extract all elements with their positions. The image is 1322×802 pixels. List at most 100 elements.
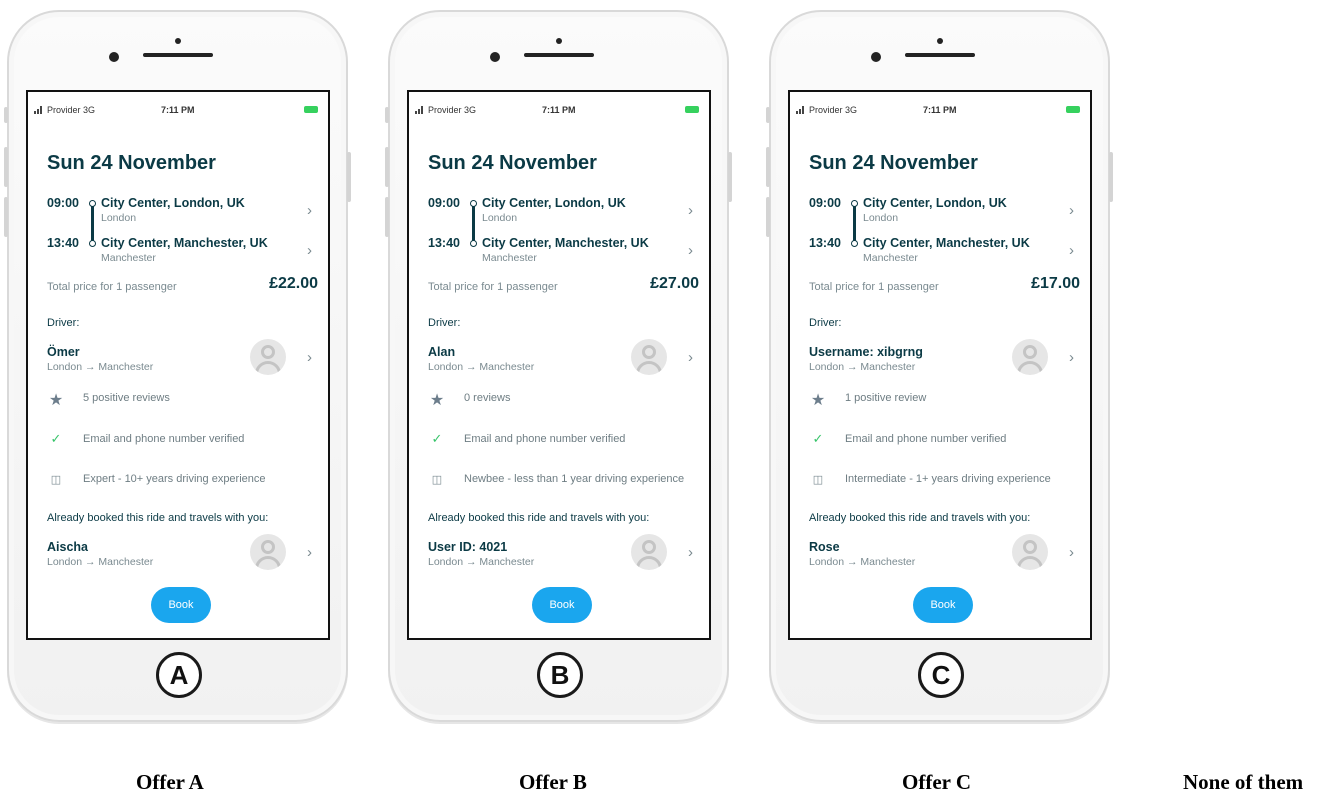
volume-down-button — [4, 197, 8, 237]
reviews-text: 5 positive reviews — [83, 392, 170, 404]
speaker-grill — [905, 53, 975, 57]
phone-offer-a: Provider 3G 7:11 PM Sun 24 November 09:0… — [4, 10, 351, 722]
chevron-right-icon: › — [1069, 349, 1074, 366]
front-camera — [490, 52, 500, 62]
departure-time: 09:00 — [428, 196, 460, 210]
sensor-dot — [937, 38, 943, 44]
driver-row[interactable]: Ömer London → Manchester › — [47, 339, 328, 385]
none-option[interactable]: None of them — [1183, 770, 1303, 795]
co-passenger-label: Already booked this ride and travels wit… — [428, 512, 650, 524]
co-passenger-row[interactable]: User ID: 4021 London → Manchester › — [428, 534, 709, 580]
signal-icon — [796, 106, 804, 114]
home-button[interactable]: A — [156, 652, 202, 698]
verified-row: ✓ Email and phone number verified — [47, 431, 328, 449]
arrival-dot-icon — [89, 240, 96, 247]
arrival-city: City Center, Manchester, UK — [863, 236, 1030, 250]
co-passenger-row[interactable]: Rose London → Manchester › — [809, 534, 1090, 580]
price-label: Total price for 1 passenger — [428, 281, 558, 293]
driver-trip: London → Manchester — [809, 361, 916, 373]
departure-subtitle: London — [101, 212, 137, 224]
departure-dot-icon — [470, 200, 477, 207]
avatar-icon — [250, 534, 286, 570]
book-button[interactable]: Book — [913, 587, 973, 623]
power-button — [347, 152, 351, 202]
price-value: £17.00 — [1031, 275, 1080, 292]
experience-row: ◫ Intermediate - 1+ years driving experi… — [809, 473, 1090, 489]
book-button[interactable]: Book — [151, 587, 211, 623]
battery-icon — [1066, 106, 1080, 113]
departure-dot-icon — [89, 200, 96, 207]
provider-label: Provider 3G — [47, 105, 96, 115]
avatar-icon — [1012, 339, 1048, 375]
offer-b-option[interactable]: Offer B — [519, 770, 587, 795]
volume-down-button — [385, 197, 389, 237]
co-passenger-name: User ID: 4021 — [428, 540, 508, 554]
co-passenger-name: Aischa — [47, 540, 88, 554]
mute-switch — [766, 107, 770, 123]
verified-text: Email and phone number verified — [845, 433, 1007, 445]
signal-icon — [34, 106, 42, 114]
battery-icon — [304, 106, 318, 113]
chevron-right-icon: › — [688, 202, 693, 219]
home-button[interactable]: C — [918, 652, 964, 698]
experience-row: ◫ Newbee - less than 1 year driving expe… — [428, 473, 709, 489]
signal-icon — [415, 106, 423, 114]
avatar-icon — [631, 339, 667, 375]
experience-row: ◫ Expert - 10+ years driving experience — [47, 473, 328, 489]
arrival-time: 13:40 — [428, 236, 460, 250]
verified-row: ✓ Email and phone number verified — [428, 431, 709, 449]
volume-up-button — [4, 147, 8, 187]
arrival-subtitle: Manchester — [863, 252, 918, 264]
driver-trip: London → Manchester — [47, 361, 154, 373]
car-icon: ◫ — [50, 474, 62, 486]
verified-text: Email and phone number verified — [464, 433, 626, 445]
departure-dot-icon — [851, 200, 858, 207]
check-icon: ✓ — [431, 431, 443, 446]
co-passenger-label: Already booked this ride and travels wit… — [47, 512, 269, 524]
experience-text: Intermediate - 1+ years driving experien… — [845, 473, 1051, 485]
speaker-grill — [143, 53, 213, 57]
experience-text: Newbee - less than 1 year driving experi… — [464, 473, 685, 485]
book-button[interactable]: Book — [532, 587, 592, 623]
driver-label: Driver: — [47, 317, 80, 329]
home-button[interactable]: B — [537, 652, 583, 698]
arrival-subtitle: Manchester — [482, 252, 537, 264]
co-passenger-trip: London → Manchester — [809, 556, 916, 568]
driver-trip: London → Manchester — [428, 361, 535, 373]
co-passenger-label: Already booked this ride and travels wit… — [809, 512, 1031, 524]
status-time: 7:11 PM — [161, 105, 195, 115]
phone-screen: Provider 3G 7:11 PM Sun 24 November 09:0… — [407, 90, 711, 640]
price-value: £27.00 — [650, 275, 699, 292]
co-passenger-trip: London → Manchester — [428, 556, 535, 568]
route-timeline — [472, 204, 475, 242]
chevron-right-icon: › — [307, 202, 312, 219]
arrival-city: City Center, Manchester, UK — [101, 236, 268, 250]
co-passenger-name: Rose — [809, 540, 840, 554]
departure-subtitle: London — [863, 212, 899, 224]
phone-screen: Provider 3G 7:11 PM Sun 24 November 09:0… — [26, 90, 330, 640]
driver-row[interactable]: Alan London → Manchester › — [428, 339, 709, 385]
power-button — [1109, 152, 1113, 202]
reviews-row: ★ 1 positive review — [809, 392, 1090, 409]
chevron-right-icon: › — [688, 349, 693, 366]
chevron-right-icon: › — [307, 242, 312, 259]
departure-city: City Center, London, UK — [482, 196, 626, 210]
departure-time: 09:00 — [47, 196, 79, 210]
reviews-text: 0 reviews — [464, 392, 511, 404]
offer-a-option[interactable]: Offer A — [136, 770, 204, 795]
chevron-right-icon: › — [1069, 544, 1074, 561]
driver-name: Alan — [428, 345, 456, 359]
front-camera — [871, 52, 881, 62]
star-icon: ★ — [429, 392, 445, 409]
verified-row: ✓ Email and phone number verified — [809, 431, 1090, 449]
co-passenger-row[interactable]: Aischa London → Manchester › — [47, 534, 328, 580]
status-bar: Provider 3G 7:11 PM — [409, 104, 709, 120]
chevron-right-icon: › — [688, 242, 693, 259]
phone-offer-c: Provider 3G 7:11 PM Sun 24 November 09:0… — [766, 10, 1113, 722]
star-icon: ★ — [48, 392, 64, 409]
driver-row[interactable]: Username: xibgrng London → Manchester › — [809, 339, 1090, 385]
arrival-time: 13:40 — [809, 236, 841, 250]
offer-c-option[interactable]: Offer C — [902, 770, 971, 795]
co-passenger-trip: London → Manchester — [47, 556, 154, 568]
mute-switch — [4, 107, 8, 123]
